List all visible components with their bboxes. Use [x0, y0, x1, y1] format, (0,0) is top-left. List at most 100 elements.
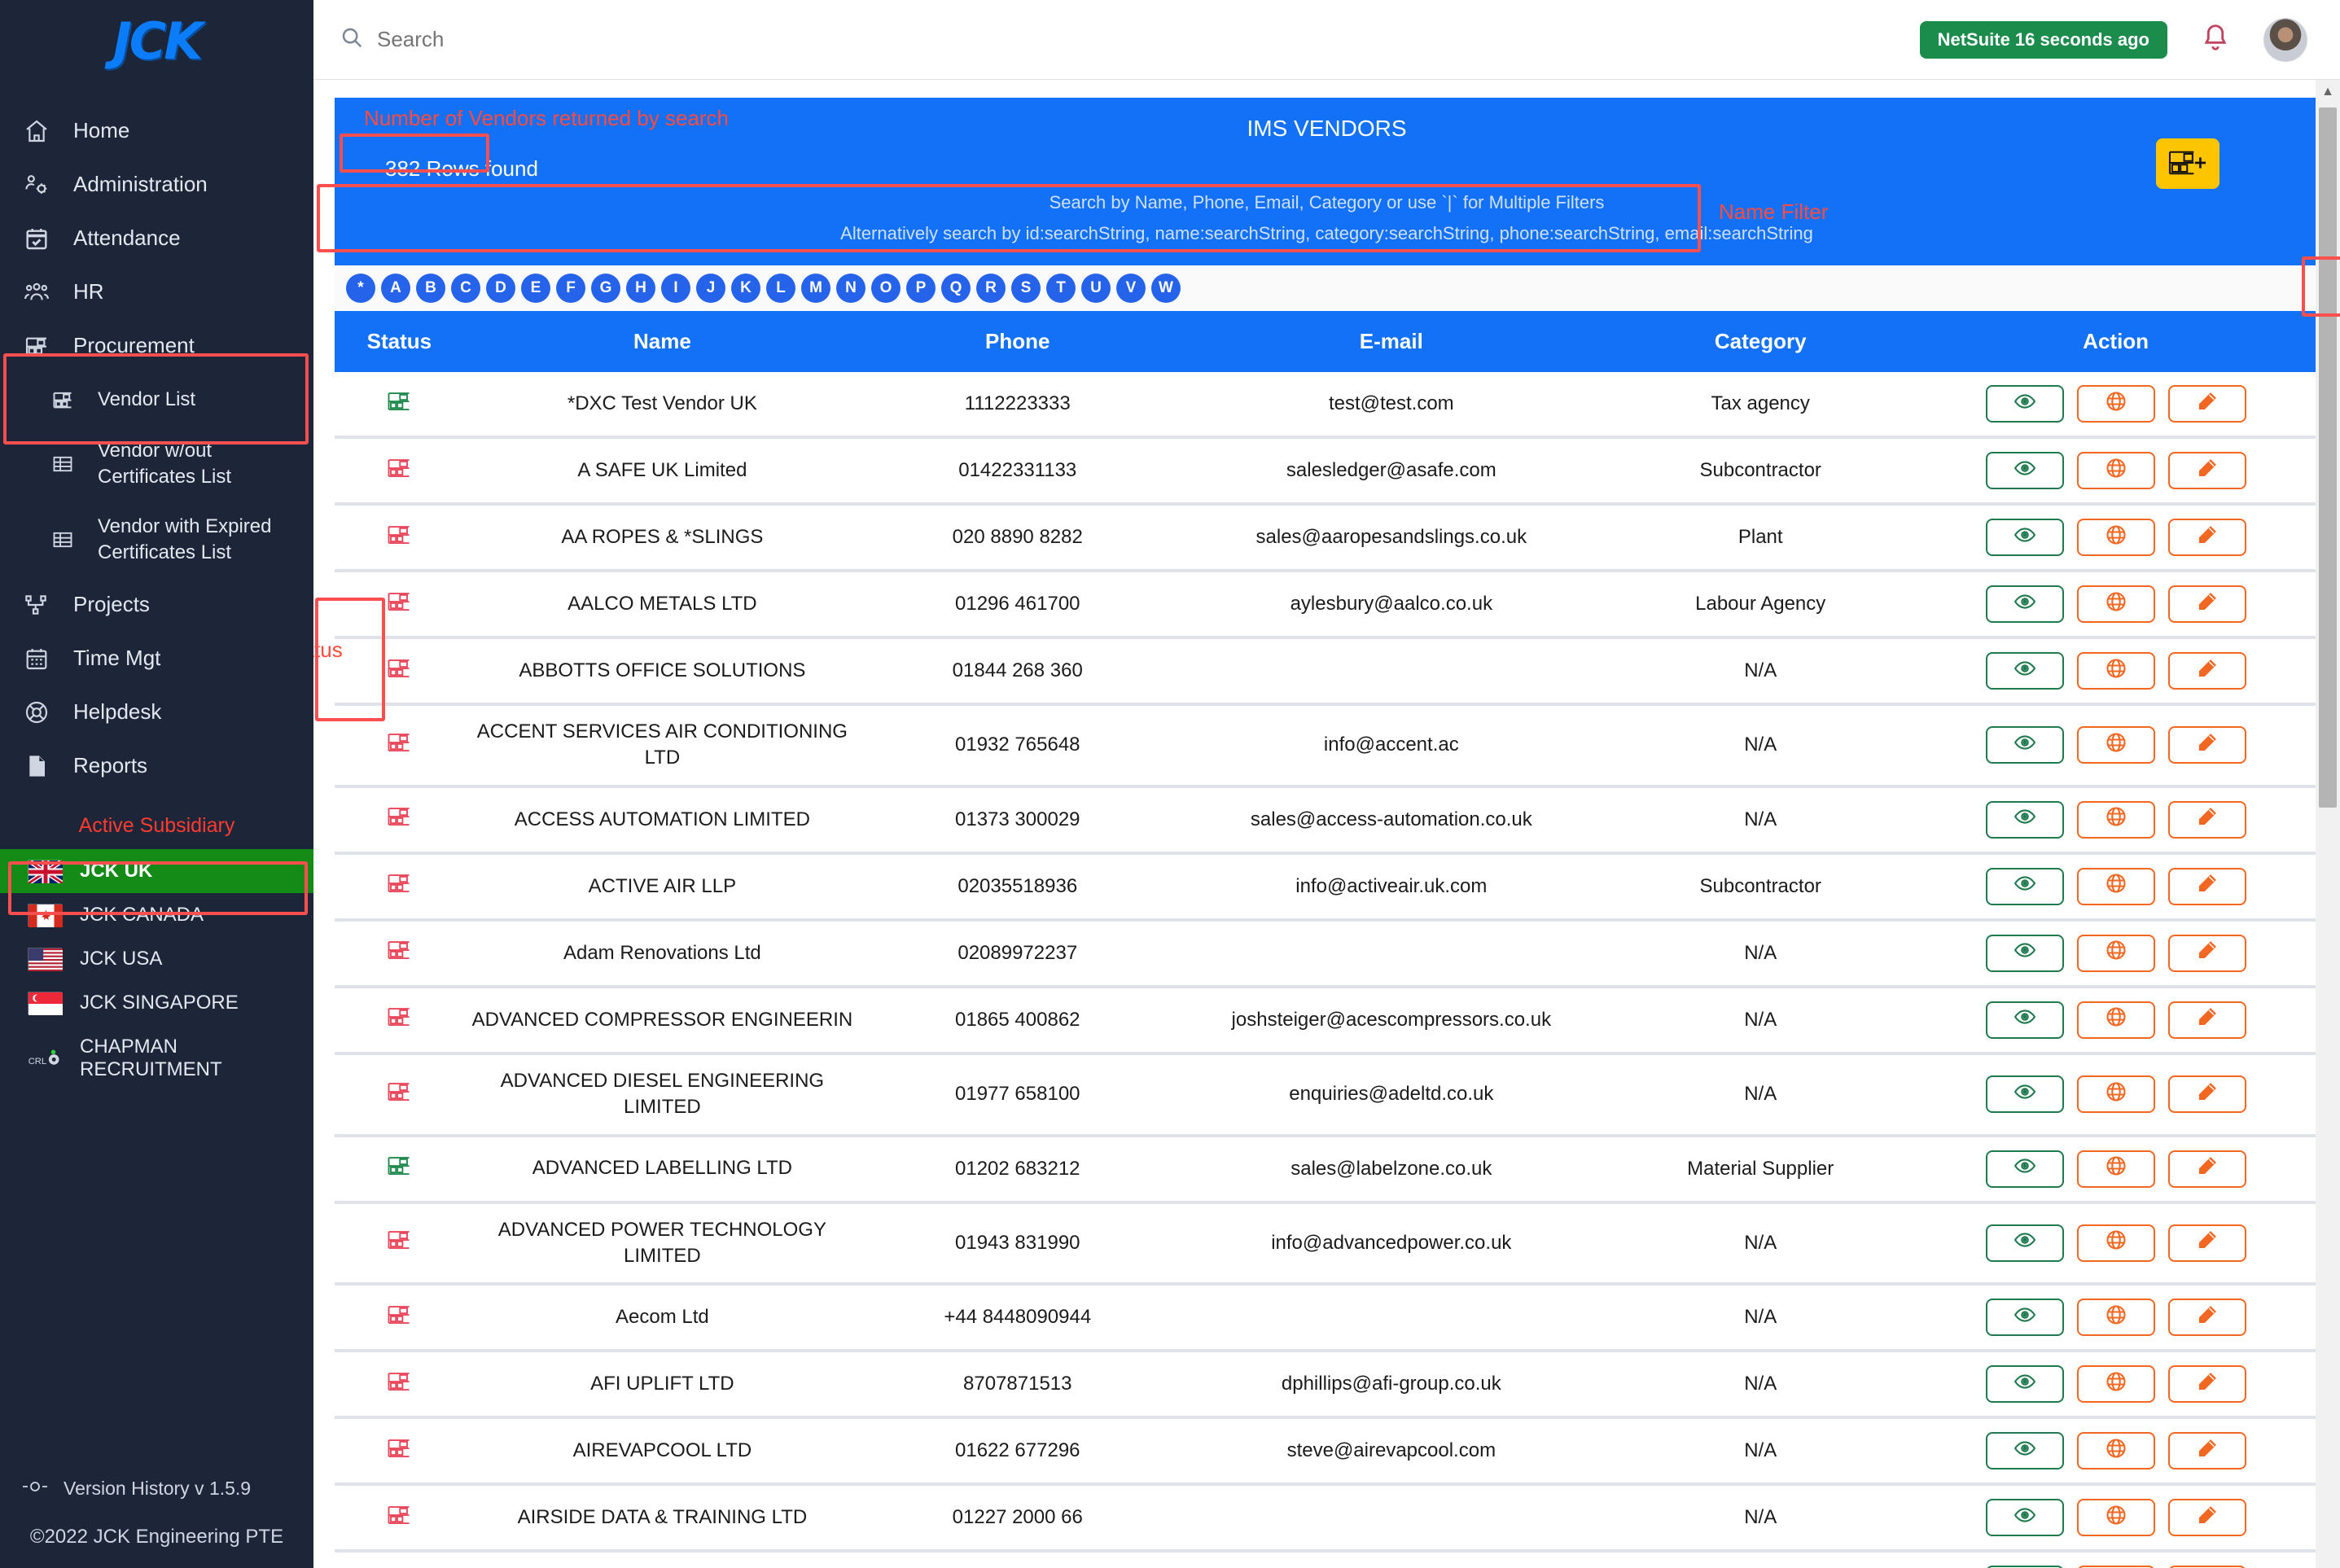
alpha-btn-n[interactable]: N	[836, 274, 865, 303]
alpha-btn-s[interactable]: S	[1011, 274, 1041, 303]
alpha-btn-i[interactable]: I	[661, 274, 690, 303]
sidebar-item-home[interactable]: Home	[0, 104, 313, 158]
subsidiary-item-jck-uk[interactable]: JCK UK	[0, 848, 313, 893]
view-website-button[interactable]	[2076, 1001, 2155, 1039]
alpha-btn-r[interactable]: R	[976, 274, 1006, 303]
sidebar-item-vendor-expired-certificates[interactable]: Vendor with Expired Certificates List	[0, 502, 313, 578]
view-website-button[interactable]	[2076, 1499, 2155, 1537]
edit-vendor-button[interactable]	[2167, 1499, 2246, 1537]
sidebar-item-hr[interactable]: HR	[0, 265, 313, 319]
alpha-btn-q[interactable]: Q	[941, 274, 971, 303]
alpha-btn-d[interactable]: D	[486, 274, 515, 303]
view-website-button[interactable]	[2076, 1150, 2155, 1188]
view-website-button[interactable]	[2076, 1299, 2155, 1337]
view-vendor-button[interactable]	[1985, 1299, 2064, 1337]
alpha-btn-h[interactable]: H	[626, 274, 655, 303]
sidebar-item-reports[interactable]: Reports	[0, 739, 313, 793]
edit-vendor-button[interactable]	[2167, 452, 2246, 489]
alpha-btn-l[interactable]: L	[766, 274, 795, 303]
view-vendor-button[interactable]	[1985, 1499, 2064, 1537]
view-vendor-button[interactable]	[1985, 519, 2064, 556]
global-search[interactable]	[340, 25, 719, 54]
edit-vendor-button[interactable]	[2167, 934, 2246, 972]
vertical-scrollbar[interactable]: ▲	[2316, 80, 2340, 1568]
view-website-button[interactable]	[2076, 452, 2155, 489]
view-website-button[interactable]	[2076, 1075, 2155, 1114]
view-vendor-button[interactable]	[1985, 726, 2064, 764]
alpha-btn-p[interactable]: P	[906, 274, 936, 303]
edit-vendor-button[interactable]	[2167, 1365, 2246, 1404]
version-history-link[interactable]: Version History v 1.5.9	[0, 1478, 313, 1500]
alpha-btn-b[interactable]: B	[416, 274, 445, 303]
edit-vendor-button[interactable]	[2167, 1299, 2246, 1337]
edit-vendor-button[interactable]	[2167, 1224, 2246, 1262]
sidebar-item-vendor-list[interactable]: Vendor List	[0, 373, 313, 427]
view-website-button[interactable]	[2076, 1224, 2155, 1262]
view-website-button[interactable]	[2076, 800, 2155, 839]
view-vendor-button[interactable]	[1985, 585, 2064, 623]
alpha-btn-k[interactable]: K	[731, 274, 760, 303]
subsidiary-item-jck-singapore[interactable]: JCK SINGAPORE	[0, 981, 313, 1025]
edit-vendor-button[interactable]	[2167, 1001, 2246, 1039]
alpha-btn-f[interactable]: F	[556, 274, 585, 303]
view-vendor-button[interactable]	[1985, 1150, 2064, 1188]
edit-vendor-button[interactable]	[2167, 519, 2246, 556]
edit-vendor-button[interactable]	[2167, 385, 2246, 423]
view-website-button[interactable]	[2076, 726, 2155, 764]
avatar[interactable]	[2263, 17, 2307, 62]
alpha-btn-j[interactable]: J	[696, 274, 725, 303]
subsidiary-item-chapman-recruitment[interactable]: CRL CHAPMAN RECRUITMENT	[0, 1025, 313, 1092]
view-vendor-button[interactable]	[1985, 652, 2064, 690]
edit-vendor-button[interactable]	[2167, 867, 2246, 905]
sidebar-item-procurement[interactable]: Procurement	[0, 319, 313, 373]
scrollbar-thumb[interactable]	[2319, 107, 2337, 808]
view-website-button[interactable]	[2076, 867, 2155, 905]
sidebar-item-time-mgt[interactable]: Time Mgt	[0, 632, 313, 685]
view-vendor-button[interactable]	[1985, 934, 2064, 972]
alpha-btn-t[interactable]: T	[1046, 274, 1076, 303]
view-vendor-button[interactable]	[1985, 1432, 2064, 1470]
view-vendor-button[interactable]	[1985, 1001, 2064, 1039]
edit-vendor-button[interactable]	[2167, 1432, 2246, 1470]
edit-vendor-button[interactable]	[2167, 652, 2246, 690]
view-website-button[interactable]	[2076, 1432, 2155, 1470]
edit-vendor-button[interactable]	[2167, 1075, 2246, 1114]
view-vendor-button[interactable]	[1985, 1075, 2064, 1114]
alpha-btn-m[interactable]: M	[801, 274, 830, 303]
alpha-btn-c[interactable]: C	[451, 274, 480, 303]
edit-vendor-button[interactable]	[2167, 800, 2246, 839]
edit-vendor-button[interactable]	[2167, 1150, 2246, 1188]
search-input[interactable]	[377, 27, 719, 52]
sidebar-item-vendor-without-certificates[interactable]: Vendor w/out Certificates List	[0, 427, 313, 502]
edit-vendor-button[interactable]	[2167, 726, 2246, 764]
view-vendor-button[interactable]	[1985, 867, 2064, 905]
alpha-btn-e[interactable]: E	[521, 274, 550, 303]
view-vendor-button[interactable]	[1985, 800, 2064, 839]
alpha-btn-a[interactable]: A	[381, 274, 410, 303]
alpha-btn-star[interactable]: *	[346, 274, 375, 303]
view-vendor-button[interactable]	[1985, 385, 2064, 423]
alpha-btn-w[interactable]: W	[1151, 274, 1181, 303]
notification-bell-icon[interactable]	[2200, 22, 2231, 57]
edit-vendor-button[interactable]	[2167, 585, 2246, 623]
view-vendor-button[interactable]	[1985, 452, 2064, 489]
add-vendor-button[interactable]	[2156, 138, 2219, 189]
view-website-button[interactable]	[2076, 1365, 2155, 1404]
sidebar-item-projects[interactable]: Projects	[0, 578, 313, 632]
view-website-button[interactable]	[2076, 652, 2155, 690]
alpha-btn-g[interactable]: G	[591, 274, 620, 303]
sidebar-item-administration[interactable]: Administration	[0, 158, 313, 212]
sidebar-item-helpdesk[interactable]: Helpdesk	[0, 685, 313, 739]
view-website-button[interactable]	[2076, 585, 2155, 623]
view-website-button[interactable]	[2076, 934, 2155, 972]
alpha-btn-v[interactable]: V	[1116, 274, 1146, 303]
subsidiary-item-jck-canada[interactable]: JCK CANADA	[0, 893, 313, 937]
sidebar-item-attendance[interactable]: Attendance	[0, 212, 313, 265]
subsidiary-item-jck-usa[interactable]: JCK USA	[0, 937, 313, 981]
alpha-btn-u[interactable]: U	[1081, 274, 1111, 303]
alpha-btn-o[interactable]: O	[871, 274, 901, 303]
view-website-button[interactable]	[2076, 385, 2155, 423]
view-vendor-button[interactable]	[1985, 1365, 2064, 1404]
view-vendor-button[interactable]	[1985, 1224, 2064, 1262]
scroll-up-arrow[interactable]: ▲	[2316, 85, 2340, 99]
